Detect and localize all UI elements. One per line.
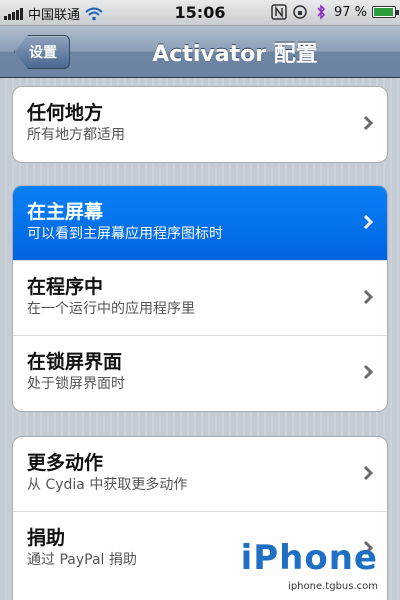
chevron-right-icon	[363, 364, 373, 380]
notification-icon	[271, 4, 287, 20]
list-item-subtitle: 从 Cydia 中获取更多动作	[27, 477, 188, 493]
group-anywhere: 任何地方 所有地方都适用	[12, 86, 388, 163]
navigation-bar: 设置 Activator 配置	[0, 26, 400, 78]
list-item-title: 更多动作	[27, 452, 104, 474]
status-bar: 中国联通 15:06 97 %	[0, 0, 400, 26]
bluetooth-icon	[317, 4, 325, 20]
list-item-subtitle: 在一个运行中的应用程序里	[27, 301, 195, 317]
list-item-anywhere[interactable]: 任何地方 所有地方都适用	[13, 87, 387, 162]
list-item-in-application[interactable]: 在程序中 在一个运行中的应用程序里	[13, 261, 387, 336]
list-item-title: 在主屏幕	[27, 201, 104, 223]
battery-icon	[372, 6, 399, 18]
watermark-url: iphone.tgbus.com	[288, 581, 378, 592]
watermark-logo: iPhone	[240, 538, 378, 578]
back-button[interactable]: 设置	[14, 35, 70, 69]
chevron-right-icon	[363, 465, 373, 481]
list-item-title: 在程序中	[27, 276, 104, 298]
list-item-more-actions[interactable]: 更多动作 从 Cydia 中获取更多动作	[13, 437, 387, 512]
page-title: Activator 配置	[152, 42, 318, 67]
list-item-home-screen[interactable]: 在主屏幕 可以看到主屏幕应用程序图标时	[13, 186, 387, 261]
battery-percent: 97 %	[333, 4, 367, 20]
list-item-subtitle: 所有地方都适用	[27, 127, 125, 143]
chevron-right-icon	[363, 289, 373, 305]
group-contexts: 在主屏幕 可以看到主屏幕应用程序图标时 在程序中 在一个运行中的应用程序里 在锁…	[12, 185, 388, 412]
chevron-right-icon	[363, 115, 373, 131]
watermark: iPhone iphone.tgbus.com	[202, 530, 392, 594]
chevron-right-icon	[363, 214, 373, 230]
list-item-subtitle: 处于锁屏界面时	[27, 376, 125, 392]
list-item-subtitle: 可以看到主屏幕应用程序图标时	[27, 226, 223, 242]
list-item-lock-screen[interactable]: 在锁屏界面 处于锁屏界面时	[13, 336, 387, 411]
lock-rotation-icon	[293, 5, 307, 19]
status-bar-right: 97 %	[271, 4, 399, 20]
list-item-title: 任何地方	[27, 102, 104, 124]
list-item-title: 在锁屏界面	[27, 351, 123, 373]
